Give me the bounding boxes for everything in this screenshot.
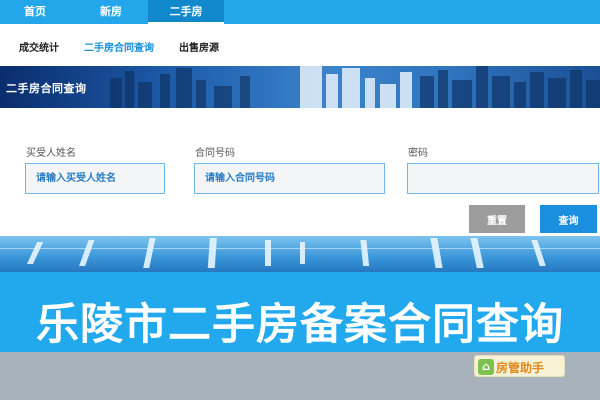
search-button[interactable]: 查询 [540,205,597,233]
subnav-contract-query[interactable]: 二手房合同查询 [84,39,154,54]
banner-title: 二手房合同查询 [6,82,87,95]
caption-banner: 乐陵市二手房备案合同查询 [0,272,600,352]
buyer-name-label: 买受人姓名 [26,148,76,159]
watermark-badge: ⌂ 房管助手 [474,355,565,377]
reset-button[interactable]: 重置 [469,205,525,233]
buyer-name-input[interactable] [25,163,165,194]
subnav-listings-for-sale[interactable]: 出售房源 [179,39,219,54]
digital-pattern-image [0,238,600,268]
badge-text: 房管助手 [496,361,545,375]
contract-number-input[interactable] [194,163,385,194]
house-icon: ⌂ [478,359,494,375]
digital-pattern-strip [0,236,600,272]
nav-second-hand[interactable]: 二手房 [148,0,224,24]
contract-number-label: 合同号码 [195,148,235,159]
top-nav: 首页 新房 二手房 [0,0,600,24]
password-label: 密码 [408,148,428,159]
sub-nav: 成交统计 二手房合同查询 出售房源 [0,24,600,66]
caption-title: 乐陵市二手房备案合同查询 [36,300,564,350]
contract-query-form: 买受人姓名 合同号码 密码 重置 查询 [0,108,600,236]
city-skyline-image [110,66,600,108]
page-banner: 二手房合同查询 [0,66,600,108]
subnav-transaction-stats[interactable]: 成交统计 [19,39,59,54]
password-input[interactable] [407,163,599,194]
nav-new-homes[interactable]: 新房 [86,0,136,24]
nav-home[interactable]: 首页 [10,0,60,24]
